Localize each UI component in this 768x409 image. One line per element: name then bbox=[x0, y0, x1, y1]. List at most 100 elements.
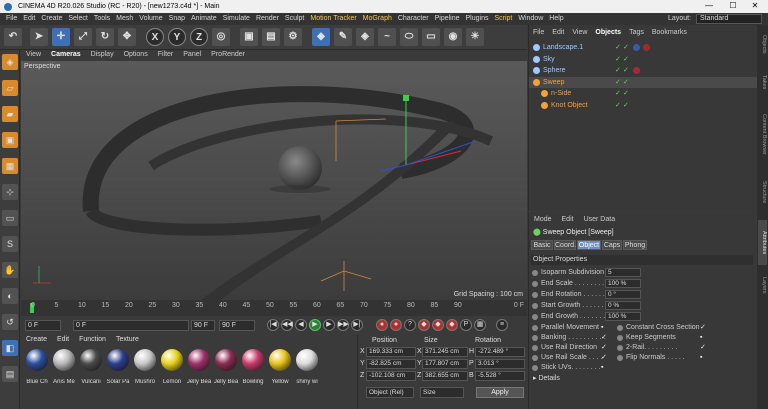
light-icon[interactable]: ☀ bbox=[466, 28, 484, 46]
size-mode-select[interactable]: Size bbox=[420, 387, 464, 398]
material-swatch[interactable] bbox=[213, 349, 239, 377]
play-button[interactable]: ▶ bbox=[309, 319, 321, 331]
visibility-check-icon[interactable]: ✓ bbox=[615, 77, 621, 88]
max-frame-field[interactable]: 90 F bbox=[219, 320, 255, 331]
side-tab-attributes[interactable]: Attributes bbox=[758, 220, 767, 265]
position-field[interactable]: 169.333 cm bbox=[366, 347, 416, 357]
transform-icon[interactable]: ✥ bbox=[118, 28, 136, 46]
cube-icon[interactable]: ◆ bbox=[312, 28, 330, 46]
material-swatch[interactable] bbox=[105, 349, 131, 377]
render-check-icon[interactable]: ✓ bbox=[623, 100, 629, 111]
menu-mesh[interactable]: Mesh bbox=[113, 13, 136, 25]
axis-mode-icon[interactable]: ⊹ bbox=[2, 184, 18, 200]
checkbox[interactable]: ✓ bbox=[700, 323, 706, 333]
go-start-button[interactable]: |◀ bbox=[267, 319, 279, 331]
rotation-field[interactable]: -5.528 ° bbox=[475, 371, 525, 381]
menu-edit[interactable]: Edit bbox=[20, 13, 38, 25]
menu-select[interactable]: Select bbox=[65, 13, 90, 25]
tab-caps[interactable]: Caps bbox=[602, 240, 622, 250]
material-swatch[interactable] bbox=[78, 349, 104, 377]
render-check-icon[interactable]: ✓ bbox=[623, 77, 629, 88]
property-value-field[interactable]: 0 % bbox=[605, 301, 641, 310]
menu-sculpt[interactable]: Sculpt bbox=[282, 13, 307, 25]
position-field[interactable]: -102.108 cm bbox=[366, 371, 416, 381]
viewport-menu-options[interactable]: Options bbox=[119, 50, 153, 60]
workplane-icon[interactable]: ▭ bbox=[2, 210, 18, 226]
animate-dot-icon[interactable] bbox=[532, 325, 538, 331]
z-axis-button[interactable]: Z bbox=[190, 28, 208, 46]
material-menu-create[interactable]: Create bbox=[21, 335, 52, 345]
animate-dot-icon[interactable] bbox=[617, 345, 623, 351]
model-mode-icon[interactable]: ▣ bbox=[2, 132, 18, 148]
material-tag-icon[interactable] bbox=[643, 44, 650, 51]
attribute-menu-edit[interactable]: Edit bbox=[557, 215, 579, 225]
menu-simulate[interactable]: Simulate bbox=[220, 13, 253, 25]
object-row[interactable]: Sphere ✓ ✓ bbox=[529, 65, 757, 76]
viewport-menu-view[interactable]: View bbox=[21, 50, 46, 60]
grid-icon[interactable]: ▤ bbox=[2, 366, 18, 382]
checkbox[interactable]: ✓ bbox=[700, 343, 706, 353]
animate-dot-icon[interactable] bbox=[617, 325, 623, 331]
property-value-field[interactable]: 0 ° bbox=[605, 290, 641, 299]
position-field[interactable]: -82.825 cm bbox=[366, 359, 416, 369]
viewport-menu-display[interactable]: Display bbox=[86, 50, 119, 60]
undo-icon[interactable]: ↶ bbox=[4, 28, 22, 46]
side-tab-layers[interactable]: Layers bbox=[758, 270, 767, 300]
rotation-field[interactable]: -272.489 ° bbox=[475, 347, 525, 357]
tweak-icon[interactable]: ✋ bbox=[2, 262, 18, 278]
object-menu-tags[interactable]: Tags bbox=[625, 28, 648, 38]
animate-dot-icon[interactable] bbox=[532, 355, 538, 361]
animate-dot-icon[interactable] bbox=[532, 335, 538, 341]
material-tag-icon[interactable] bbox=[633, 44, 640, 51]
menu-character[interactable]: Character bbox=[395, 13, 432, 25]
checkbox[interactable]: ▪ bbox=[601, 323, 603, 333]
checkbox[interactable]: ▪ bbox=[700, 333, 702, 343]
magnet-icon[interactable]: ↺ bbox=[2, 314, 18, 330]
material-swatch[interactable] bbox=[24, 349, 50, 377]
material-menu-edit[interactable]: Edit bbox=[52, 335, 74, 345]
material-swatch[interactable] bbox=[186, 349, 212, 377]
checkbox[interactable]: ✓ bbox=[601, 333, 607, 343]
menu-mograph[interactable]: MoGraph bbox=[360, 13, 395, 25]
position-key-button[interactable]: ◆ bbox=[418, 319, 430, 331]
minimize-button[interactable]: — bbox=[698, 0, 720, 13]
checkbox[interactable]: ✓ bbox=[601, 353, 607, 363]
animate-dot-icon[interactable] bbox=[532, 314, 538, 320]
param-key-button[interactable]: P bbox=[460, 319, 472, 331]
pen-icon[interactable]: ✎ bbox=[334, 28, 352, 46]
material-swatch[interactable] bbox=[294, 349, 320, 377]
timeline-menu-button[interactable]: ≡ bbox=[496, 319, 508, 331]
sphere-object[interactable] bbox=[278, 146, 322, 190]
keyframe-selection-button[interactable]: ? bbox=[404, 319, 416, 331]
object-row[interactable]: n-Side ✓ ✓ bbox=[529, 88, 757, 99]
tab-phong[interactable]: Phong bbox=[623, 240, 647, 250]
rotation-field[interactable]: 3.013 ° bbox=[475, 359, 525, 369]
go-end-button[interactable]: ▶| bbox=[351, 319, 363, 331]
details-group[interactable]: ▸ Details bbox=[533, 374, 560, 382]
floor-icon[interactable]: ▭ bbox=[422, 28, 440, 46]
render-check-icon[interactable]: ✓ bbox=[623, 65, 629, 76]
animate-dot-icon[interactable] bbox=[532, 281, 538, 287]
material-swatch[interactable] bbox=[132, 349, 158, 377]
property-value-field[interactable]: 100 % bbox=[605, 279, 641, 288]
visibility-check-icon[interactable]: ✓ bbox=[615, 54, 621, 65]
animate-dot-icon[interactable] bbox=[532, 303, 538, 309]
menu-window[interactable]: Window bbox=[515, 13, 546, 25]
end-frame-field[interactable]: 90 F bbox=[191, 320, 215, 331]
world-icon[interactable]: ◎ bbox=[212, 28, 230, 46]
checkbox[interactable]: ▪ bbox=[601, 363, 603, 373]
layout-select[interactable]: Standard bbox=[696, 14, 762, 24]
object-row[interactable]: Sky ✓ ✓ bbox=[529, 54, 757, 65]
animate-dot-icon[interactable] bbox=[532, 292, 538, 298]
visibility-check-icon[interactable]: ✓ bbox=[615, 65, 621, 76]
tab-object[interactable]: Object bbox=[577, 240, 601, 250]
animate-dot-icon[interactable] bbox=[532, 345, 538, 351]
render-check-icon[interactable]: ✓ bbox=[623, 54, 629, 65]
tab-basic[interactable]: Basic bbox=[531, 240, 553, 250]
material-swatch[interactable] bbox=[267, 349, 293, 377]
menu-plugins[interactable]: Plugins bbox=[463, 13, 492, 25]
apply-button[interactable]: Apply bbox=[476, 387, 524, 398]
material-swatch[interactable] bbox=[51, 349, 77, 377]
solo-icon[interactable]: ◐ bbox=[2, 288, 18, 304]
close-button[interactable]: ✕ bbox=[744, 0, 766, 13]
